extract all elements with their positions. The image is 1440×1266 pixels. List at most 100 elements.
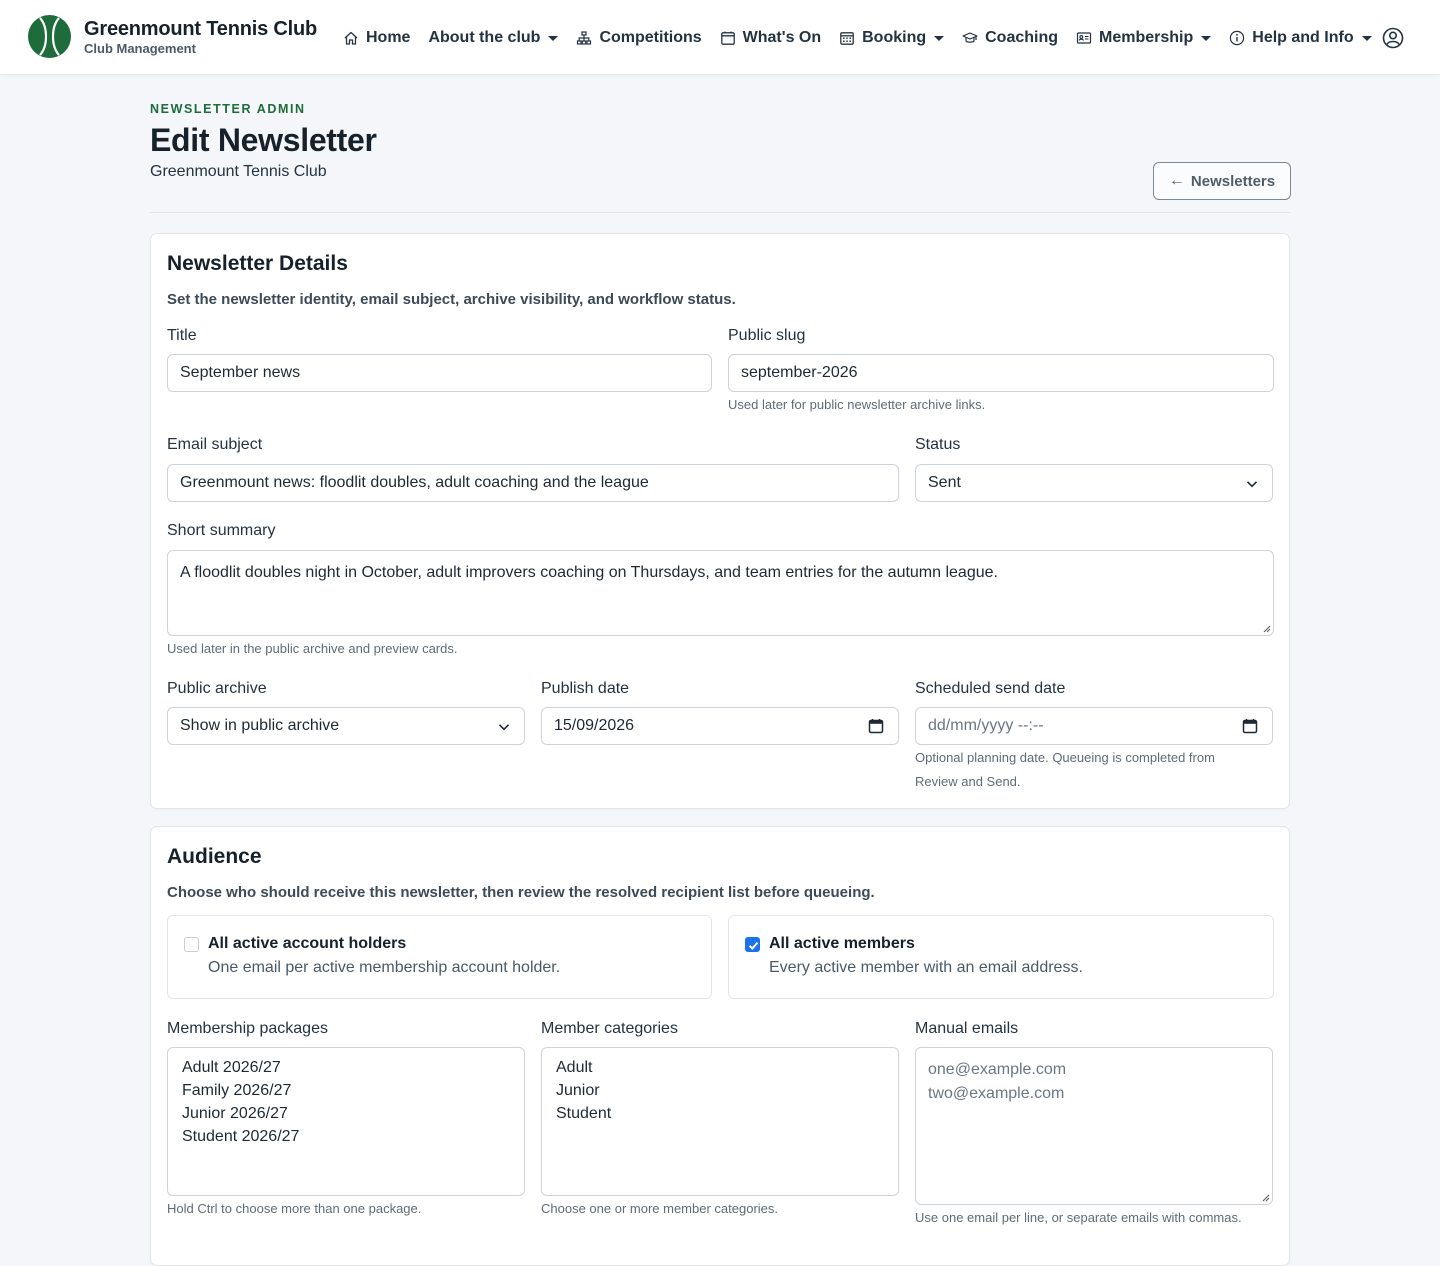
resize-handle-icon[interactable] <box>1263 625 1271 633</box>
archive-select[interactable]: Show in public archive <box>167 707 525 745</box>
scheduled-help-line-2: Review and Send. <box>915 774 1021 789</box>
audience-description: Choose who should receive this newslette… <box>167 884 875 901</box>
id-card-icon <box>1076 32 1092 44</box>
checkmark-icon <box>748 941 759 950</box>
tennis-ball-logo-icon <box>28 15 71 58</box>
publish-date-label: Publish date <box>541 680 630 697</box>
title-input[interactable]: September news <box>167 354 712 392</box>
info-icon <box>1230 30 1245 46</box>
archive-label: Public archive <box>167 680 267 697</box>
slug-input[interactable]: september-2026 <box>728 354 1274 392</box>
calendar-icon[interactable] <box>868 718 884 734</box>
main-nav: Home About the club Competitions What's … <box>343 26 1390 50</box>
package-option[interactable]: Family 2026/27 <box>182 1079 510 1102</box>
manual-emails-help: Use one email per line, or separate emai… <box>915 1210 1242 1225</box>
sitemap-icon <box>577 31 592 45</box>
archive-value: Show in public archive <box>180 717 340 734</box>
nav-booking-label: Booking <box>862 29 927 46</box>
mortarboard-icon <box>962 32 978 43</box>
nav-coaching-label: Coaching <box>985 29 1059 46</box>
page-subtitle: Greenmount Tennis Club <box>150 163 327 180</box>
user-account-icon[interactable] <box>1382 27 1404 49</box>
categories-label: Member categories <box>541 1020 678 1037</box>
nav-coaching[interactable]: Coaching <box>962 29 1058 47</box>
nav-about[interactable]: About the club <box>428 29 559 47</box>
status-value: Sent <box>928 474 961 491</box>
categories-help: Choose one or more member categories. <box>541 1201 779 1216</box>
publish-date-value: 15/09/2026 <box>554 717 635 734</box>
caret-down-icon <box>1361 36 1372 41</box>
summary-textarea[interactable]: A floodlit doubles night in October, adu… <box>167 550 1274 636</box>
summary-label: Short summary <box>167 522 276 539</box>
packages-listbox[interactable]: Adult 2026/27 Family 2026/27 Junior 2026… <box>167 1047 525 1196</box>
summary-value: A floodlit doubles night in October, adu… <box>180 564 998 581</box>
header-divider <box>150 212 1290 213</box>
scheduled-date-placeholder: dd/mm/yyyy --:-- <box>928 717 1044 734</box>
scheduled-date-help: Optional planning date. Queueing is comp… <box>915 746 1273 794</box>
scheduled-date-input[interactable]: dd/mm/yyyy --:-- <box>915 707 1273 745</box>
nav-competitions[interactable]: Competitions <box>576 29 702 47</box>
category-option[interactable]: Student <box>556 1102 884 1125</box>
calendar-icon <box>720 31 735 45</box>
brand-name: Greenmount Tennis Club <box>84 17 318 40</box>
subject-label: Email subject <box>167 436 263 453</box>
manual-email-placeholder: one@example.com <box>928 1061 1067 1078</box>
package-option[interactable]: Junior 2026/27 <box>182 1102 510 1125</box>
arrow-left-icon: ← <box>1168 172 1185 189</box>
active-members-checkbox[interactable] <box>745 937 760 952</box>
manual-emails-textarea[interactable]: one@example.com two@example.com <box>915 1047 1273 1205</box>
nav-booking[interactable]: Booking <box>839 29 945 47</box>
page-kicker: NEWSLETTER ADMIN <box>150 102 306 116</box>
slug-label: Public slug <box>728 327 806 344</box>
brand[interactable]: Greenmount Tennis Club Club Management <box>28 15 317 58</box>
nav-help[interactable]: Help and Info <box>1229 29 1372 47</box>
scheduled-date-label: Scheduled send date <box>915 680 1066 697</box>
back-button-label: Newsletters <box>1190 172 1276 190</box>
category-option[interactable]: Junior <box>556 1079 884 1102</box>
details-title: Newsletter Details <box>167 252 348 275</box>
package-option[interactable]: Student 2026/27 <box>182 1125 510 1148</box>
option-active-members[interactable]: All active members Every active member w… <box>728 915 1274 999</box>
calendar-grid-icon <box>840 32 854 45</box>
caret-down-icon <box>548 36 559 41</box>
nav-competitions-label: Competitions <box>599 29 702 46</box>
status-label: Status <box>915 436 961 453</box>
slug-help: Used later for public newsletter archive… <box>728 397 986 412</box>
account-holders-title: All active account holders <box>208 935 407 952</box>
resize-handle-icon[interactable] <box>1262 1194 1270 1202</box>
manual-email-placeholder: two@example.com <box>928 1085 1065 1102</box>
nav-whats-on-label: What's On <box>742 29 822 46</box>
brand-subtitle: Club Management <box>84 40 196 56</box>
active-members-title: All active members <box>769 935 915 952</box>
audience-card: Audience Choose who should receive this … <box>150 826 1290 1266</box>
nav-whats-on[interactable]: What's On <box>720 29 821 47</box>
nav-home-label: Home <box>366 29 411 46</box>
newsletter-details-card: Newsletter Details Set the newsletter id… <box>150 233 1290 809</box>
back-to-newsletters-button[interactable]: ← Newsletters <box>1153 162 1291 200</box>
audience-title: Audience <box>167 845 262 868</box>
category-option[interactable]: Adult <box>556 1056 884 1079</box>
summary-help: Used later in the public archive and pre… <box>167 641 458 656</box>
caret-down-icon <box>1201 36 1212 41</box>
nav-membership[interactable]: Membership <box>1076 29 1212 47</box>
nav-membership-label: Membership <box>1099 29 1194 46</box>
categories-listbox[interactable]: Adult Junior Student <box>541 1047 899 1196</box>
account-holders-description: One email per active membership account … <box>208 959 561 976</box>
chevron-down-icon <box>1246 481 1258 488</box>
subject-input[interactable]: Greenmount news: floodlit doubles, adult… <box>167 464 899 502</box>
nav-help-label: Help and Info <box>1252 29 1354 46</box>
top-navbar: Greenmount Tennis Club Club Management H… <box>0 0 1440 75</box>
caret-down-icon <box>934 36 945 41</box>
nav-home[interactable]: Home <box>343 29 410 47</box>
packages-label: Membership packages <box>167 1020 328 1037</box>
account-holders-checkbox[interactable] <box>184 937 199 952</box>
calendar-icon[interactable] <box>1242 718 1258 734</box>
package-option[interactable]: Adult 2026/27 <box>182 1056 510 1079</box>
publish-date-input[interactable]: 15/09/2026 <box>541 707 899 745</box>
option-account-holders[interactable]: All active account holders One email per… <box>167 915 712 999</box>
details-description: Set the newsletter identity, email subje… <box>167 291 736 308</box>
scheduled-help-line-1: Optional planning date. Queueing is comp… <box>915 750 1215 765</box>
packages-help: Hold Ctrl to choose more than one packag… <box>167 1201 422 1216</box>
status-select[interactable]: Sent <box>915 464 1273 502</box>
chevron-down-icon <box>498 724 510 731</box>
